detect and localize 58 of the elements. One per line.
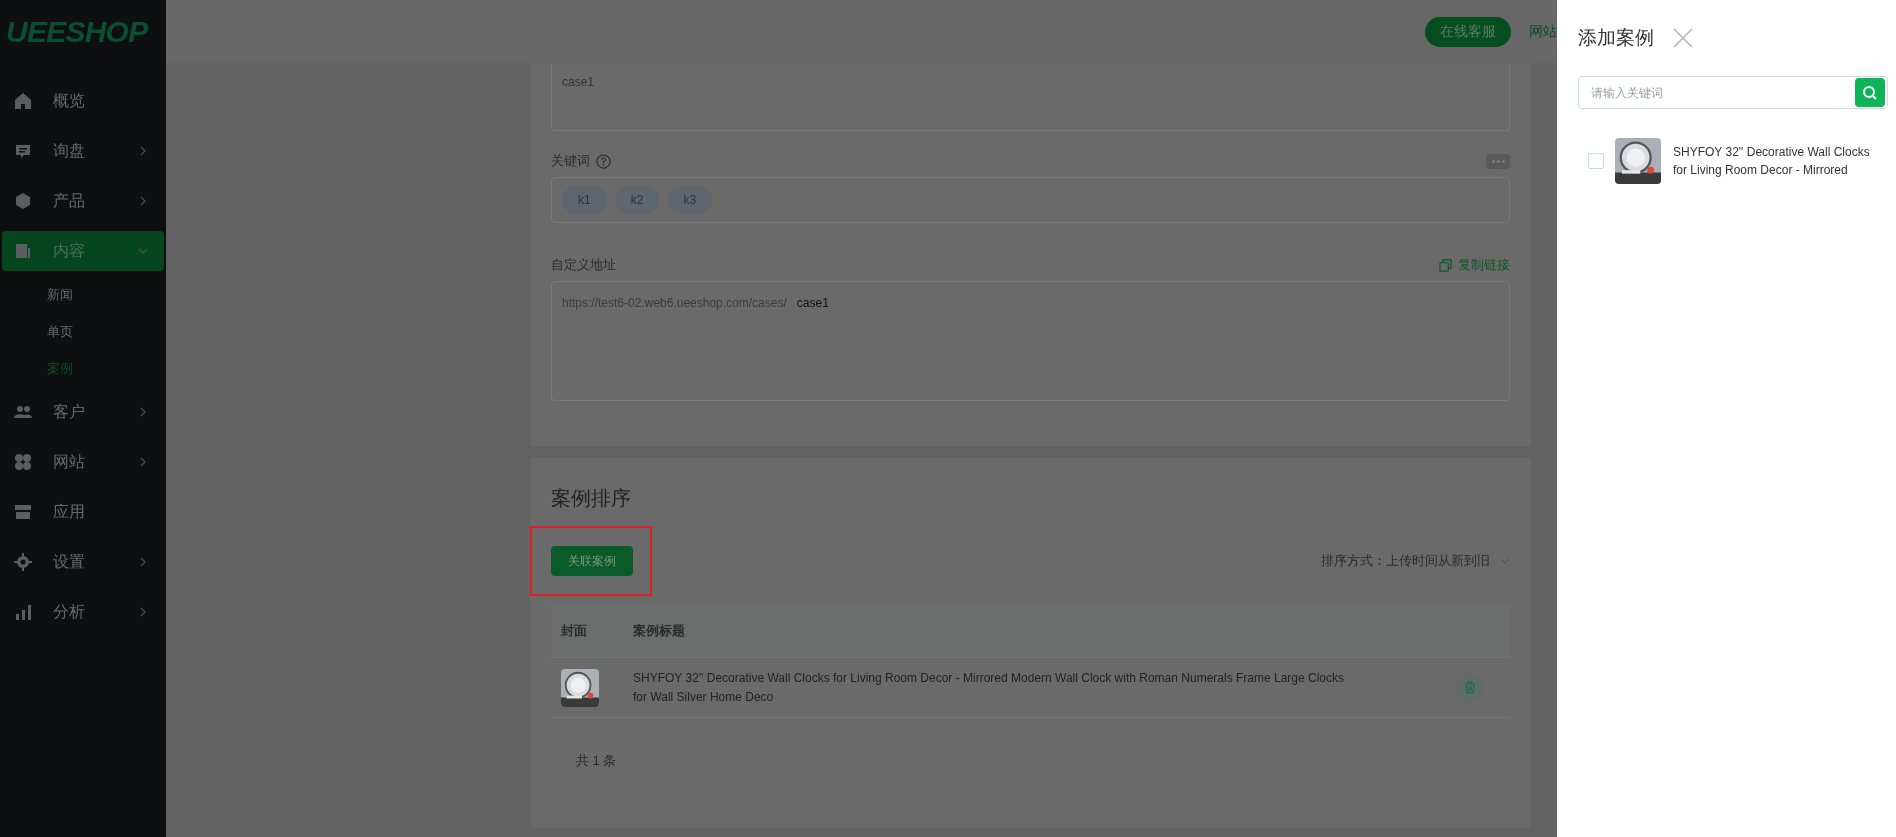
submenu-item[interactable]: 新闻 bbox=[0, 276, 166, 313]
search-icon bbox=[1862, 84, 1878, 101]
keyword-tag[interactable]: k1 bbox=[562, 186, 607, 214]
copy-icon bbox=[1439, 258, 1452, 272]
section-title: 案例排序 bbox=[551, 486, 632, 511]
settings-icon bbox=[13, 552, 33, 572]
keywords-field[interactable]: k1 k2 k3 bbox=[551, 177, 1510, 223]
chevron-icon bbox=[138, 196, 148, 206]
sidebar-item[interactable]: 内容 bbox=[2, 231, 164, 271]
more-button[interactable] bbox=[1486, 153, 1510, 169]
url-slug: case1 bbox=[796, 295, 829, 312]
submenu-item[interactable]: 单页 bbox=[0, 313, 166, 350]
sidebar-item[interactable]: 网站 bbox=[2, 442, 164, 482]
column-header: 案例标题 bbox=[633, 621, 685, 640]
sidebar-item[interactable]: 概览 bbox=[2, 81, 164, 121]
bar-chart-icon bbox=[13, 602, 33, 622]
logo[interactable]: UEESHOP bbox=[0, 0, 166, 62]
chevron-icon bbox=[138, 607, 148, 617]
total-count: 共 1 条 bbox=[575, 752, 618, 770]
search-input[interactable]: 请输入关键词 bbox=[1579, 83, 1855, 102]
sidebar-item[interactable]: 应用 bbox=[2, 492, 164, 532]
service-button[interactable]: 在线客服 bbox=[1425, 16, 1511, 47]
column-header: 封面 bbox=[560, 621, 588, 640]
sidebar-item[interactable]: 客户 bbox=[2, 392, 164, 432]
document-icon bbox=[13, 241, 33, 261]
help-icon[interactable] bbox=[596, 153, 611, 169]
field-label: 自定义地址 bbox=[551, 256, 616, 275]
chevron-icon bbox=[138, 146, 148, 156]
checkbox[interactable] bbox=[1588, 153, 1604, 169]
drawer-title: 添加案例 bbox=[1578, 25, 1654, 50]
sidebar-item[interactable]: 分析 bbox=[2, 592, 164, 632]
chevron-icon bbox=[138, 557, 148, 567]
home-icon bbox=[13, 91, 33, 111]
keyword-tag[interactable]: k3 bbox=[667, 186, 713, 214]
case-title: SHYFOY 32'' Decorative Wall Clocks for Living Room Decor - Mirrored Modern Wall Clock with Roman Numerals Frame Large Clocks for Wall Silver Home Deco bbox=[633, 669, 1345, 706]
sort-dropdown[interactable]: 排序方式：上传时间从新到旧 bbox=[1321, 551, 1510, 571]
chevron-icon bbox=[138, 407, 148, 417]
trash-icon bbox=[1464, 681, 1476, 694]
sidebar-item[interactable]: 询盘 bbox=[2, 131, 164, 171]
sidebar-item[interactable]: 设置 bbox=[2, 542, 164, 582]
submenu-item[interactable]: 案例 bbox=[0, 350, 166, 387]
delete-button[interactable] bbox=[1456, 673, 1484, 702]
chevron-icon bbox=[138, 246, 148, 256]
store-icon bbox=[13, 502, 33, 522]
field-label: 关键词 bbox=[551, 152, 590, 171]
case-title: SHYFOY 32'' Decorative Wall Clocks for Living Room Decor - Mirrored bbox=[1673, 144, 1871, 179]
header-link[interactable]: 网站 bbox=[1529, 21, 1557, 42]
copy-link[interactable]: 复制链接 bbox=[1439, 255, 1510, 275]
cube-icon bbox=[13, 191, 33, 211]
search-button[interactable] bbox=[1855, 78, 1885, 107]
close-icon bbox=[1672, 27, 1694, 49]
sidebar-item[interactable]: 产品 bbox=[2, 181, 164, 221]
link-case-button[interactable]: 关联案例 bbox=[551, 546, 633, 576]
search-field[interactable]: 请输入关键词 bbox=[1578, 76, 1888, 109]
close-button[interactable] bbox=[1672, 27, 1694, 49]
chevron-icon bbox=[138, 457, 148, 467]
keyword-tag[interactable]: k2 bbox=[614, 186, 660, 214]
grid-icon bbox=[13, 452, 33, 472]
